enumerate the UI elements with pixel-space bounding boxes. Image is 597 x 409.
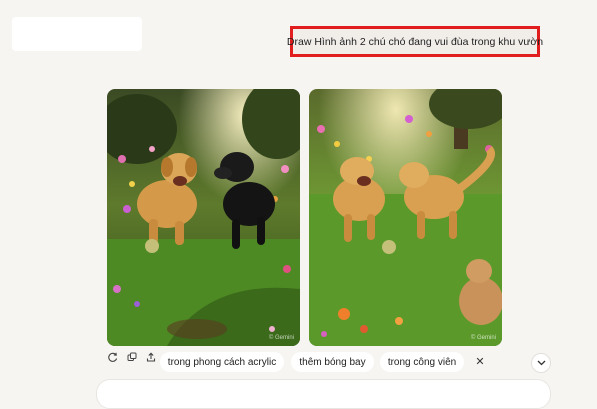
image-watermark: © Gemini: [470, 335, 496, 341]
share-icon[interactable]: [145, 351, 157, 363]
redacted-header-block: [12, 17, 142, 51]
image-watermark: © Gemini: [268, 335, 294, 341]
message-input-bar[interactable]: [96, 379, 551, 409]
three-dogs-garden-image: [309, 89, 502, 346]
user-prompt-bubble: Draw Hình ảnh 2 chú chó đang vui đùa tro…: [286, 26, 544, 57]
chevron-down-icon: [537, 360, 545, 366]
suggestion-chip-balloons[interactable]: thêm bóng bay: [291, 352, 374, 372]
suggestion-chip-acrylic[interactable]: trong phong cách acrylic: [160, 352, 284, 372]
suggestion-chip-park[interactable]: trong công viên: [380, 352, 464, 372]
two-dogs-garden-image: [107, 89, 300, 346]
suggestion-chip-label: thêm bóng bay: [299, 356, 366, 368]
expand-button[interactable]: [531, 353, 551, 373]
user-prompt-text: Draw Hình ảnh 2 chú chó đang vui đùa tro…: [286, 35, 544, 48]
copy-icon[interactable]: [126, 351, 138, 363]
generated-image-1[interactable]: © Gemini: [107, 89, 300, 346]
dismiss-suggestions-button[interactable]: ✕: [474, 355, 486, 369]
suggestion-chip-label: trong công viên: [387, 356, 457, 368]
refresh-icon[interactable]: [107, 351, 119, 363]
suggestion-chip-label: trong phong cách acrylic: [167, 356, 277, 368]
generated-image-2[interactable]: © Gemini: [309, 89, 502, 346]
